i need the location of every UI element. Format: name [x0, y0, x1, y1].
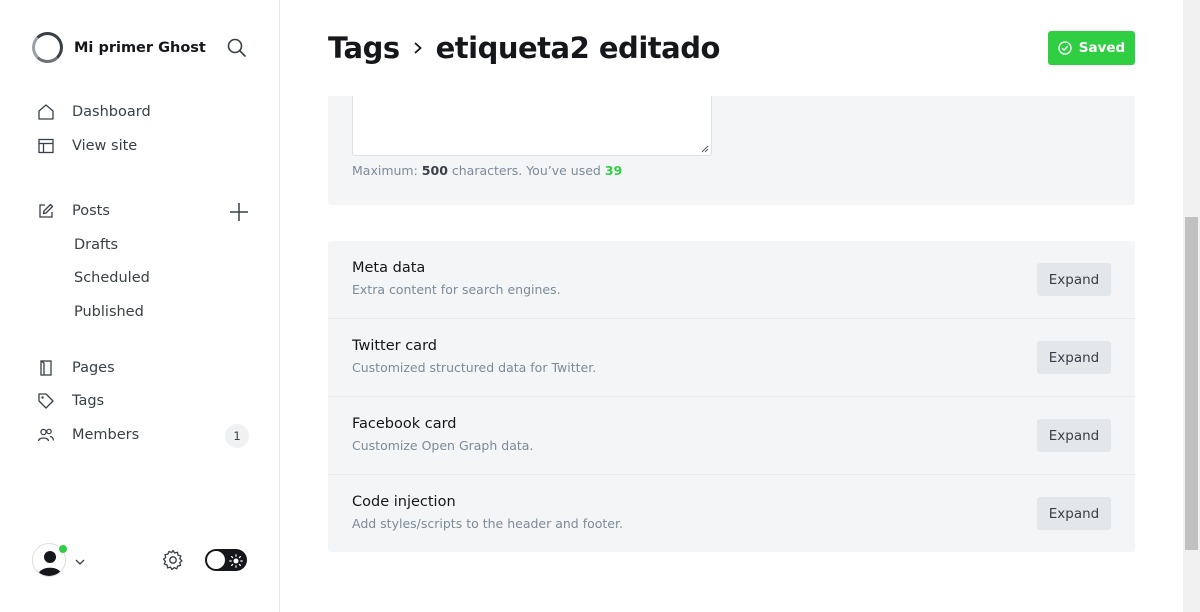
- settings-row-facebook-card: Facebook card Customize Open Graph data.…: [328, 397, 1135, 475]
- expand-meta-data-button[interactable]: Expand: [1037, 263, 1111, 296]
- nav-pages[interactable]: Pages: [36, 358, 115, 378]
- settings-group: Meta data Extra content for search engin…: [328, 241, 1135, 552]
- gear-icon[interactable]: [161, 548, 185, 572]
- row-description: Customized structured data for Twitter.: [352, 360, 597, 375]
- scrollbar[interactable]: [1183, 0, 1200, 612]
- members-icon: [36, 425, 56, 445]
- save-button[interactable]: Saved: [1048, 31, 1135, 65]
- page-title: etiqueta2 editado: [435, 31, 721, 65]
- scrollbar-thumb[interactable]: [1185, 217, 1198, 550]
- resize-grip-icon[interactable]: [701, 145, 709, 153]
- nav-posts-label: Posts: [72, 203, 110, 219]
- nav-tags[interactable]: Tags: [36, 391, 104, 411]
- nav-posts[interactable]: Posts: [36, 201, 110, 221]
- nav-published[interactable]: Published: [74, 304, 144, 320]
- nav-view-site-label: View site: [72, 138, 138, 154]
- save-button-label: Saved: [1078, 40, 1126, 56]
- settings-row-code-injection: Code injection Add styles/scripts to the…: [328, 475, 1135, 553]
- view-site-icon: [36, 136, 56, 156]
- nav-members-label: Members: [72, 427, 140, 443]
- nav-scheduled[interactable]: Scheduled: [74, 270, 150, 286]
- row-description: Extra content for search engines.: [352, 282, 561, 297]
- nav-pages-label: Pages: [72, 360, 115, 376]
- row-description: Add styles/scripts to the header and foo…: [352, 516, 623, 531]
- edit-icon: [36, 201, 56, 221]
- site-name: Mi primer Ghost: [74, 39, 206, 56]
- counter-mid: characters. You’ve used: [451, 163, 601, 178]
- row-description: Customize Open Graph data.: [352, 438, 534, 453]
- chevron-down-icon: [74, 553, 86, 572]
- members-count-badge: 1: [225, 424, 249, 448]
- row-title: Code injection: [352, 494, 456, 510]
- sidebar: Mi primer Ghost Dashboard View site Post…: [0, 0, 280, 612]
- row-title: Facebook card: [352, 416, 457, 432]
- description-textarea[interactable]: [352, 96, 712, 156]
- row-title: Meta data: [352, 260, 426, 276]
- breadcrumb: Tags etiqueta2 editado: [328, 28, 720, 68]
- expand-facebook-card-button[interactable]: Expand: [1037, 419, 1111, 452]
- tag-icon: [36, 391, 56, 411]
- page-icon: [36, 358, 56, 378]
- nav-dashboard[interactable]: Dashboard: [36, 102, 151, 122]
- nav-tags-label: Tags: [72, 393, 105, 409]
- row-title: Twitter card: [352, 338, 437, 354]
- brand[interactable]: Mi primer Ghost: [32, 32, 206, 63]
- theme-toggle[interactable]: [205, 549, 247, 571]
- counter-max: 500: [421, 163, 448, 178]
- counter-used: 39: [604, 163, 623, 178]
- nav-drafts[interactable]: Drafts: [74, 237, 118, 253]
- plus-icon[interactable]: [228, 201, 250, 223]
- settings-row-twitter-card: Twitter card Customized structured data …: [328, 319, 1135, 397]
- nav-members[interactable]: Members: [36, 425, 139, 445]
- expand-twitter-card-button[interactable]: Expand: [1037, 341, 1111, 374]
- nav-view-site[interactable]: View site: [36, 136, 137, 156]
- check-circle-icon: [1058, 41, 1072, 55]
- site-logo: [32, 32, 63, 63]
- nav-dashboard-label: Dashboard: [72, 104, 151, 120]
- user-menu[interactable]: [32, 543, 92, 577]
- online-status-dot: [58, 544, 68, 554]
- counter-prefix: Maximum:: [352, 163, 418, 178]
- home-icon: [36, 102, 56, 122]
- toggle-knob: [207, 551, 225, 569]
- sun-icon: [229, 553, 243, 572]
- expand-code-injection-button[interactable]: Expand: [1037, 497, 1111, 530]
- settings-row-meta-data: Meta data Extra content for search engin…: [328, 241, 1135, 319]
- chevron-right-icon: [412, 40, 424, 56]
- breadcrumb-tags-link[interactable]: Tags: [328, 31, 400, 65]
- search-icon[interactable]: [226, 37, 248, 59]
- description-section: Maximum: 500 characters. You’ve used 39: [328, 96, 1135, 205]
- character-counter: Maximum: 500 characters. You’ve used 39: [352, 163, 622, 178]
